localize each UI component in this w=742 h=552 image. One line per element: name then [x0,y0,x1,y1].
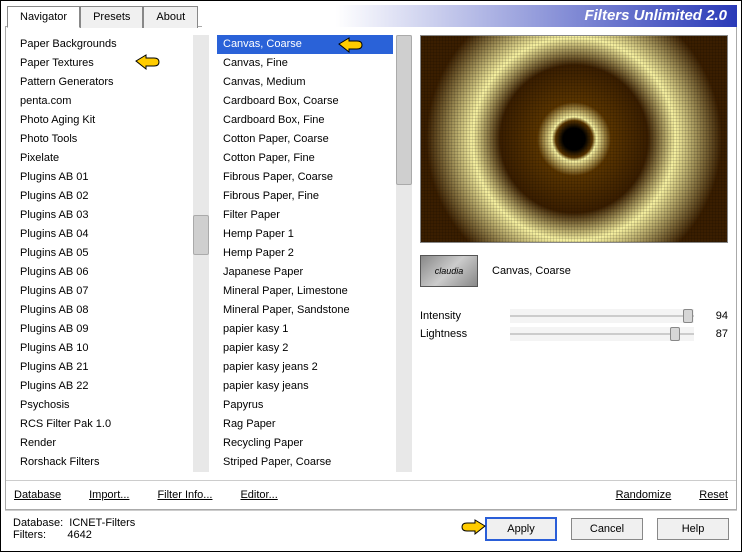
category-item[interactable]: Plugins AB 09 [14,320,190,339]
filter-item[interactable]: Fibrous Paper, Coarse [217,168,393,187]
category-scrollbar[interactable] [193,35,209,472]
category-item[interactable]: penta.com [14,92,190,111]
selected-filter-label: Canvas, Coarse [492,265,571,277]
cancel-button[interactable]: Cancel [571,518,643,540]
category-item[interactable]: Rorshack Filters [14,453,190,472]
category-item[interactable]: Photo Tools [14,130,190,149]
editor-button[interactable]: Editor... [240,487,277,503]
category-item[interactable]: RCS Filter Pak 1.0 [14,415,190,434]
category-item[interactable]: Plugins AB 10 [14,339,190,358]
filters-unlimited-window: Navigator Presets About Filters Unlimite… [0,0,742,552]
filter-scrollbar[interactable] [396,35,412,472]
category-list-wrap: Paper BackgroundsPaper TexturesPattern G… [14,35,209,472]
category-item[interactable]: Plugins AB 04 [14,225,190,244]
filter-item[interactable]: Filter Paper [217,206,393,225]
import-button[interactable]: Import... [89,487,129,503]
filter-item[interactable]: Hemp Paper 2 [217,244,393,263]
filter-item[interactable]: Cotton Paper, Fine [217,149,393,168]
toolbar: Database Import... Filter Info... Editor… [6,480,736,509]
category-item[interactable]: Paper Backgrounds [14,35,190,54]
intensity-value: 94 [704,310,728,322]
filter-item[interactable]: Canvas, Medium [217,73,393,92]
category-item[interactable]: Paper Textures [14,54,190,73]
intensity-slider[interactable] [510,309,694,323]
pointer-icon [457,515,487,537]
filter-item[interactable]: Mineral Paper, Limestone [217,282,393,301]
filter-item[interactable]: Japanese Paper [217,263,393,282]
app-title: Filters Unlimited 2.0 [584,7,727,24]
filter-item[interactable]: papier kasy 1 [217,320,393,339]
filter-preview [420,35,728,243]
filter-item[interactable]: papier kasy jeans [217,377,393,396]
filter-info-button[interactable]: Filter Info... [157,487,212,503]
apply-button[interactable]: Apply [485,517,557,541]
filter-item[interactable]: Rag Paper [217,415,393,434]
filter-list[interactable]: Canvas, CoarseCanvas, FineCanvas, Medium… [217,35,394,472]
category-item[interactable]: Plugins AB 02 [14,187,190,206]
preview-panel: claudia Canvas, Coarse Intensity 94 Ligh… [420,35,728,472]
reset-button[interactable]: Reset [699,487,728,503]
category-item[interactable]: Photo Aging Kit [14,111,190,130]
status-bar: Database: ICNET-Filters Filters: 4642 Ap… [5,510,737,547]
category-item[interactable]: Plugins AB 05 [14,244,190,263]
filter-item[interactable]: Cardboard Box, Fine [217,111,393,130]
parameter-panel: Intensity 94 Lightness 87 [420,305,728,345]
main-panel: Paper BackgroundsPaper TexturesPattern G… [5,26,737,510]
category-item[interactable]: Plugins AB 03 [14,206,190,225]
filter-item[interactable]: Striped Paper, Coarse [217,453,393,472]
category-list[interactable]: Paper BackgroundsPaper TexturesPattern G… [14,35,191,472]
database-button[interactable]: Database [14,487,61,503]
param-lightness: Lightness 87 [420,327,728,341]
filter-item[interactable]: Hemp Paper 1 [217,225,393,244]
category-item[interactable]: Pattern Generators [14,73,190,92]
category-item[interactable]: Plugins AB 01 [14,168,190,187]
category-item[interactable]: Plugins AB 21 [14,358,190,377]
filter-item[interactable]: Fibrous Paper, Fine [217,187,393,206]
category-item[interactable]: Plugins AB 07 [14,282,190,301]
tab-bar: Navigator Presets About [7,5,198,27]
filter-list-wrap: Canvas, CoarseCanvas, FineCanvas, Medium… [217,35,412,472]
filter-count: 4642 [67,529,91,541]
filter-item[interactable]: Recycling Paper [217,434,393,453]
randomize-button[interactable]: Randomize [616,487,672,503]
help-button[interactable]: Help [657,518,729,540]
filter-item[interactable]: Canvas, Coarse [217,35,393,54]
tab-presets[interactable]: Presets [80,6,143,28]
lightness-slider[interactable] [510,327,694,341]
title-area: Filters Unlimited 2.0 [202,5,737,27]
category-item[interactable]: Render [14,434,190,453]
header: Navigator Presets About Filters Unlimite… [5,5,737,27]
tab-about[interactable]: About [143,6,198,28]
filter-item[interactable]: Mineral Paper, Sandstone [217,301,393,320]
claudia-logo: claudia [420,255,478,287]
category-item[interactable]: Plugins AB 22 [14,377,190,396]
filter-item[interactable]: Cotton Paper, Coarse [217,130,393,149]
category-item[interactable]: Plugins AB 08 [14,301,190,320]
filter-item[interactable]: papier kasy 2 [217,339,393,358]
category-item[interactable]: Pixelate [14,149,190,168]
tab-navigator[interactable]: Navigator [7,6,80,28]
category-item[interactable]: Psychosis [14,396,190,415]
filter-item[interactable]: Papyrus [217,396,393,415]
database-name: ICNET-Filters [69,517,135,529]
filter-item[interactable]: papier kasy jeans 2 [217,358,393,377]
param-intensity: Intensity 94 [420,309,728,323]
lightness-value: 87 [704,328,728,340]
filter-item[interactable]: Canvas, Fine [217,54,393,73]
category-item[interactable]: Plugins AB 06 [14,263,190,282]
filter-item[interactable]: Cardboard Box, Coarse [217,92,393,111]
